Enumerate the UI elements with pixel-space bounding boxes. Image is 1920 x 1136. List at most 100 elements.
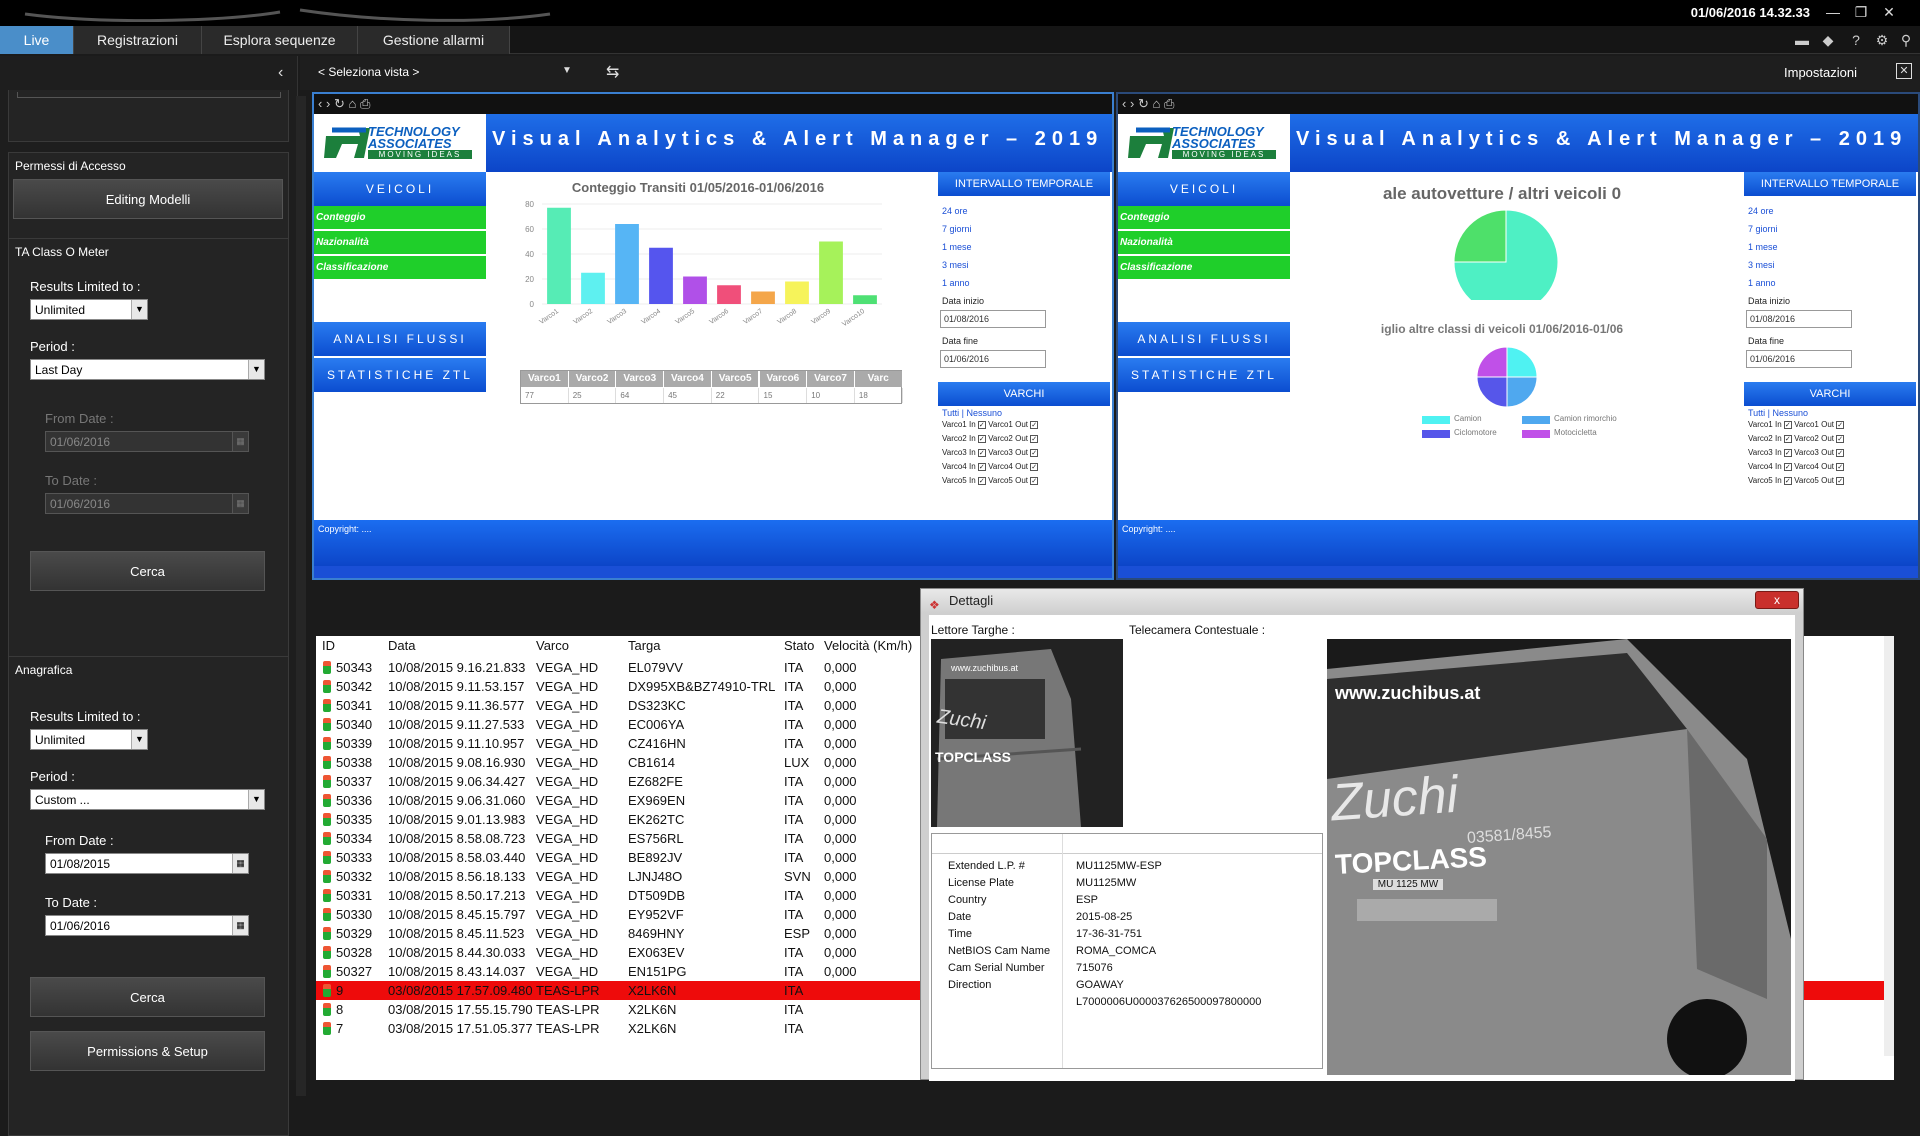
bar[interactable]: [785, 281, 809, 305]
minimize-icon[interactable]: —: [1822, 2, 1844, 22]
checkbox-out[interactable]: ✓: [1030, 421, 1039, 429]
pin-icon[interactable]: ⚲: [1896, 30, 1916, 50]
link-1y[interactable]: 1 anno: [1748, 278, 1776, 288]
start-date-input[interactable]: 01/08/2016: [940, 310, 1046, 328]
gear-icon[interactable]: ⚙: [1872, 30, 1892, 50]
permissions-setup-button[interactable]: Permissions & Setup: [30, 1031, 265, 1071]
bar[interactable]: [751, 291, 775, 305]
col-stato[interactable]: Stato: [784, 636, 814, 656]
checkbox-out[interactable]: ✓: [1030, 435, 1039, 443]
statistiche-ztl-button[interactable]: STATISTICHE ZTL: [314, 358, 486, 392]
checkbox-in[interactable]: ✓: [977, 421, 986, 429]
view-select[interactable]: < Seleziona vista >: [318, 65, 419, 79]
bar[interactable]: [819, 241, 843, 305]
checkbox-in[interactable]: ✓: [977, 435, 986, 443]
analisi-flussi-button[interactable]: ANALISI FLUSSI: [1118, 322, 1290, 356]
start-date-input[interactable]: 01/08/2016: [1746, 310, 1852, 328]
calendar-icon[interactable]: ▦: [232, 854, 248, 873]
checkbox-in[interactable]: ✓: [1783, 463, 1792, 471]
pie-slice[interactable]: [1453, 210, 1507, 263]
search-button[interactable]: Cerca: [30, 551, 265, 591]
checkbox-out[interactable]: ✓: [1836, 463, 1845, 471]
link-3m[interactable]: 3 mesi: [942, 260, 969, 270]
bar[interactable]: [717, 285, 741, 304]
forward-icon[interactable]: ›: [1130, 96, 1134, 111]
pie-slice[interactable]: [1506, 376, 1538, 408]
tutti-nessuno-link[interactable]: Tutti | Nessuno: [942, 408, 1002, 418]
statistiche-ztl-button[interactable]: STATISTICHE ZTL: [1118, 358, 1290, 392]
conteggio-link[interactable]: Conteggio: [1118, 206, 1290, 230]
link-24h[interactable]: 24 ore: [942, 206, 968, 216]
link-3m[interactable]: 3 mesi: [1748, 260, 1775, 270]
link-1m[interactable]: 1 mese: [1748, 242, 1778, 252]
col-targa[interactable]: Targa: [628, 636, 661, 656]
tab-esplora-sequenze[interactable]: Esplora sequenze: [202, 26, 358, 54]
col-varco[interactable]: Varco: [536, 636, 569, 656]
analisi-flussi-button[interactable]: ANALISI FLUSSI: [314, 322, 486, 356]
checkbox-in[interactable]: ✓: [977, 449, 986, 457]
link-1m[interactable]: 1 mese: [942, 242, 972, 252]
tab-registrazioni[interactable]: Registrazioni: [74, 26, 202, 54]
checkbox-in[interactable]: ✓: [1783, 421, 1792, 429]
checkbox-in[interactable]: ✓: [977, 477, 986, 485]
pie-slice[interactable]: [1506, 346, 1538, 378]
swap-view-icon[interactable]: ⇆: [606, 62, 619, 82]
link-7d[interactable]: 7 giorni: [942, 224, 972, 234]
checkbox-out[interactable]: ✓: [1836, 435, 1845, 443]
col-id[interactable]: ID: [322, 636, 335, 656]
nazionalita-link[interactable]: Nazionalità: [314, 231, 486, 255]
veicoli-button[interactable]: VEICOLI: [314, 172, 486, 206]
checkbox-out[interactable]: ✓: [1836, 421, 1845, 429]
monitor-icon[interactable]: ▬: [1792, 30, 1812, 50]
results-select[interactable]: Unlimited ▼: [30, 299, 148, 320]
nazionalita-link[interactable]: Nazionalità: [1118, 231, 1290, 255]
to2-date-input[interactable]: 01/06/2016 ▦: [45, 915, 249, 936]
tab-gestione-allarmi[interactable]: Gestione allarmi: [358, 26, 510, 54]
grid-scrollbar[interactable]: [1884, 636, 1894, 1056]
end-date-input[interactable]: 01/06/2016: [1746, 350, 1852, 368]
checkbox-out[interactable]: ✓: [1836, 449, 1845, 457]
home-icon[interactable]: ⌂: [1152, 96, 1160, 111]
bar[interactable]: [581, 272, 605, 304]
checkbox-in[interactable]: ✓: [1783, 435, 1792, 443]
print-icon[interactable]: ⎙: [360, 96, 370, 111]
checkbox-out[interactable]: ✓: [1030, 477, 1039, 485]
dialog-titlebar[interactable]: ❖ Dettagli: [921, 589, 1803, 613]
bar[interactable]: [683, 276, 707, 305]
close-icon[interactable]: ✕: [1878, 2, 1900, 22]
editing-models-button[interactable]: Editing Modelli: [13, 179, 283, 219]
refresh-icon[interactable]: ↻: [334, 96, 345, 111]
status-icon[interactable]: ◆: [1818, 30, 1838, 50]
conteggio-link[interactable]: Conteggio: [314, 206, 486, 230]
collapse-sidebar-icon[interactable]: ‹: [278, 64, 283, 82]
checkbox-in[interactable]: ✓: [1783, 449, 1792, 457]
classificazione-link[interactable]: Classificazione: [1118, 256, 1290, 280]
period2-select[interactable]: Custom ... ▼: [30, 789, 265, 810]
checkbox-out[interactable]: ✓: [1030, 449, 1039, 457]
restore-icon[interactable]: ❐: [1850, 2, 1872, 22]
tab-live[interactable]: Live: [0, 26, 74, 54]
end-date-input[interactable]: 01/06/2016: [940, 350, 1046, 368]
sidebar-scrollbar[interactable]: [296, 96, 306, 1096]
back-icon[interactable]: ‹: [318, 96, 322, 111]
dialog-close-button[interactable]: x: [1755, 591, 1799, 609]
pie-slice[interactable]: [1476, 346, 1508, 378]
checkbox-out[interactable]: ✓: [1030, 463, 1039, 471]
bar[interactable]: [853, 295, 877, 304]
calendar-icon[interactable]: ▦: [232, 916, 248, 935]
tutti-nessuno-link[interactable]: Tutti | Nessuno: [1748, 408, 1808, 418]
forward-icon[interactable]: ›: [326, 96, 330, 111]
refresh-icon[interactable]: ↻: [1138, 96, 1149, 111]
bar[interactable]: [649, 247, 673, 304]
col-velocita[interactable]: Velocità (Km/h): [824, 636, 912, 656]
col-data[interactable]: Data: [388, 636, 415, 656]
search2-button[interactable]: Cerca: [30, 977, 265, 1017]
link-24h[interactable]: 24 ore: [1748, 206, 1774, 216]
link-1y[interactable]: 1 anno: [942, 278, 970, 288]
help-icon[interactable]: ?: [1846, 30, 1866, 50]
print-icon[interactable]: ⎙: [1164, 96, 1174, 111]
checkbox-in[interactable]: ✓: [1783, 477, 1792, 485]
settings-link[interactable]: Impostazioni: [1784, 65, 1857, 80]
results2-select[interactable]: Unlimited ▼: [30, 729, 148, 750]
from2-date-input[interactable]: 01/08/2015 ▦: [45, 853, 249, 874]
